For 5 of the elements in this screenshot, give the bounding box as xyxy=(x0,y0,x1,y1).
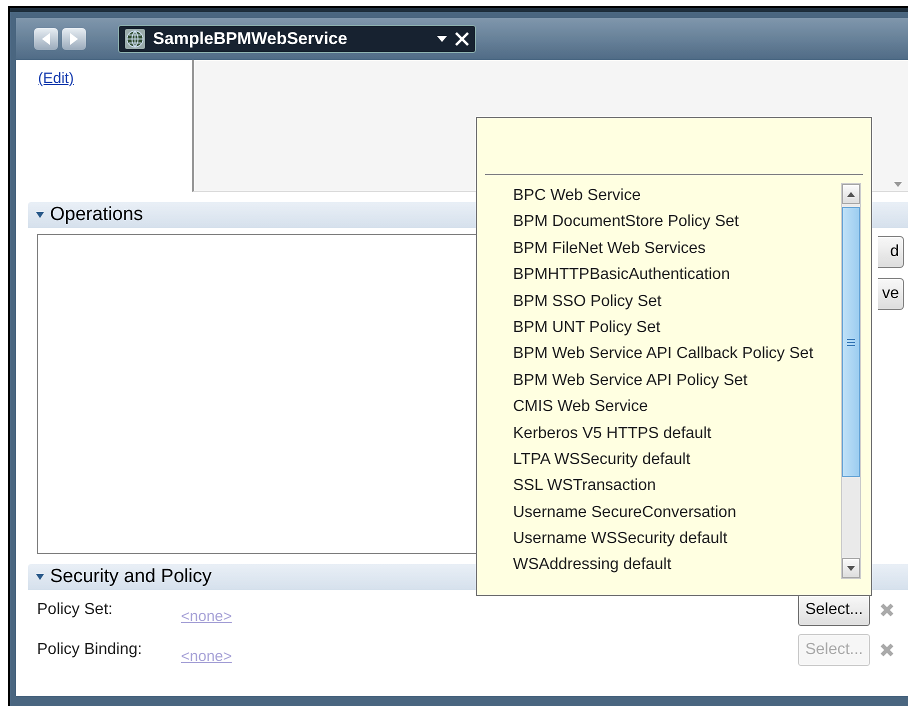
section-title: Security and Policy xyxy=(50,566,212,588)
field-label: Policy Set: xyxy=(37,601,114,619)
field-label: Policy Binding: xyxy=(37,641,143,659)
section-title: Operations xyxy=(50,204,143,226)
tab-title: SampleBPMWebService xyxy=(153,29,348,49)
